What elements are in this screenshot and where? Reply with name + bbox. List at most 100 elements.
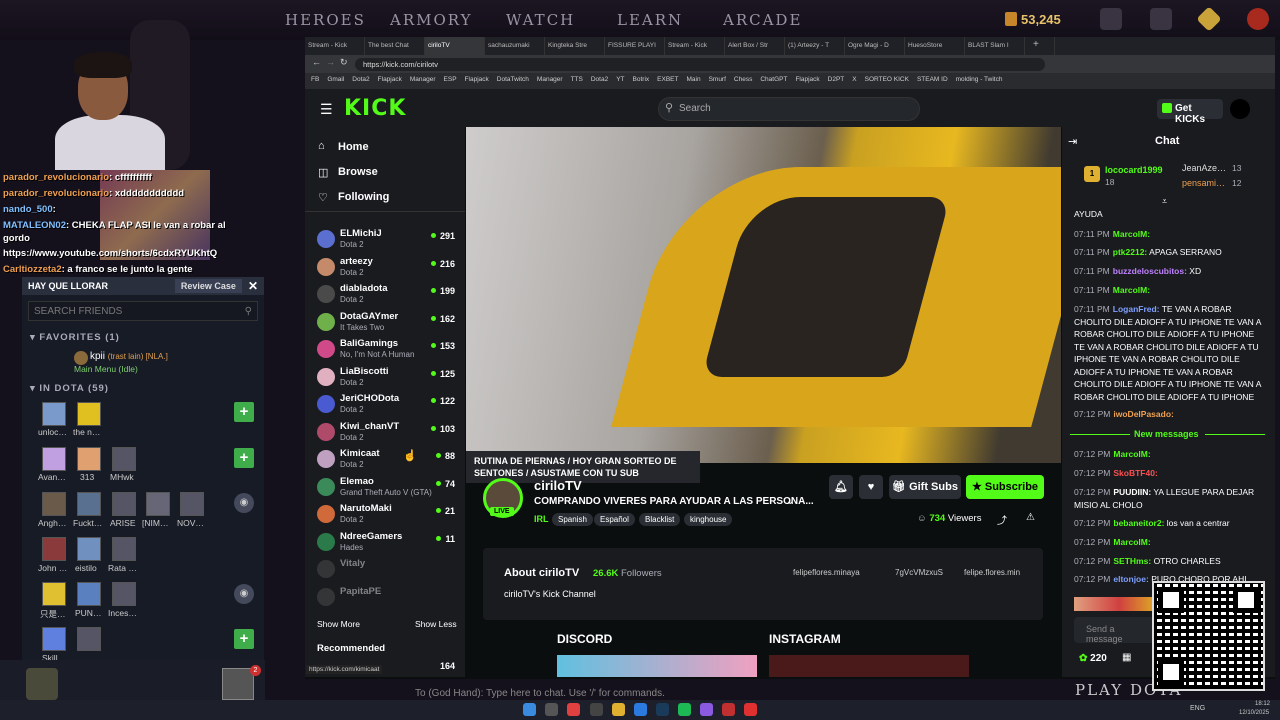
tab[interactable]: Ogre Magi - D [845,37,905,55]
chat-username[interactable]: ptk2212: [1113,247,1148,257]
friend-avatar[interactable] [42,627,66,651]
bookmark[interactable]: D2PT [828,76,845,86]
following-channel[interactable]: DotaGAYmer It Takes Two 162 [313,309,461,335]
chat-username[interactable]: LoganFred: [1113,304,1160,314]
friend-avatar[interactable] [77,447,101,471]
tab[interactable]: HuesoStore [905,37,965,55]
power-icon[interactable] [1247,8,1269,30]
following-channel[interactable]: PapitaPE [313,584,461,610]
discord-panel-image[interactable] [557,655,757,677]
chevron-down-icon[interactable]: ⌄ [786,496,794,507]
url-field[interactable]: https://kick.com/cirilotv [355,58,1045,71]
tab-active[interactable]: ciriloTV [425,37,485,55]
bookmark[interactable]: FB [311,76,319,86]
following-channel[interactable]: diabladota Dota 2 199 [313,281,461,307]
channel-name[interactable]: ciriloTV [534,478,582,493]
nav-heroes[interactable]: HEROES [285,11,366,29]
close-icon[interactable]: ✕ [248,279,258,293]
video-player[interactable] [466,127,1061,463]
share-icon[interactable]: ⤴ [997,512,1007,527]
spotify-icon[interactable] [678,703,691,716]
chat-username[interactable]: MarcolM: [1113,537,1150,547]
search-icon[interactable] [545,703,558,716]
friend-avatar[interactable] [77,627,101,651]
show-less-button[interactable]: Show Less [415,619,457,629]
friend-avatar[interactable] [77,582,101,606]
leader-name[interactable]: JeanAze… [1182,163,1226,173]
reload-icon[interactable]: ↻ [340,57,348,68]
tag[interactable]: Blacklist [639,513,681,526]
bookmark[interactable]: Botrix [633,76,650,86]
tab[interactable]: BLAST Slam I [965,37,1025,55]
language-indicator[interactable]: ENG [1190,705,1205,712]
following-channel[interactable]: JeriCHODota Dota 2 122 [313,391,461,417]
bell-icon[interactable]: 🔔︎ [829,475,853,499]
bookmark[interactable]: Dota2 [591,76,608,86]
report-icon[interactable]: ⚠ [1026,512,1035,523]
armory-icon[interactable] [1150,8,1172,30]
bookmark[interactable]: SORTEO KICK [865,76,909,86]
profile-avatar[interactable] [1230,99,1250,119]
leader-name[interactable]: lococard1999 [1105,165,1163,175]
following-channel[interactable]: Elemao Grand Theft Auto V (GTA) 74 [313,474,461,500]
friend-avatar[interactable] [112,537,136,561]
party-member-avatar[interactable] [222,668,254,700]
bookmark[interactable]: Main [686,76,700,86]
following-channel[interactable]: Kiwi_chanVT Dota 2 103 [313,419,461,445]
bookmark[interactable]: Manager [537,76,563,86]
nav-arcade[interactable]: ARCADE [723,11,802,29]
add-friend-button[interactable]: + [234,448,254,468]
friend-avatar[interactable] [180,492,204,516]
discord-link[interactable]: 7gVcVMzxuS [895,568,943,577]
chrome-icon[interactable] [567,703,580,716]
chat-username[interactable]: MarcolM: [1113,229,1150,239]
favorite-friend[interactable]: kpii (trast lain) [NLA.] [90,351,168,362]
following-channel[interactable]: LiaBiscotti Dota 2 125 [313,364,461,390]
pinned-icon[interactable]: ⩡ [1162,196,1167,207]
following-channel[interactable]: Kimicaat Dota 2 88 [313,446,461,472]
add-friend-button[interactable]: + [234,402,254,422]
bookmark[interactable]: Flapjack [795,76,819,86]
following-channel[interactable]: NdreeGamers Hades 11 [313,529,461,555]
following-channel[interactable]: ELMichiJ Dota 2 291 [313,226,461,252]
chat-username[interactable]: buzzdeloscubitos: [1113,266,1187,276]
collapse-chat-icon[interactable]: ⇥ [1068,135,1077,148]
bookmark[interactable]: TTS [571,76,583,86]
send-message-input[interactable]: Send a message [1074,617,1164,644]
bookmark[interactable]: Gmail [327,76,344,86]
search-friends-input[interactable]: SEARCH FRIENDS ⚲ [28,301,258,321]
friend-avatar[interactable] [42,402,66,426]
instagram-link[interactable]: felipeflores.minaya [793,568,860,577]
chat-username[interactable]: eltonjoe: [1113,574,1148,584]
sidebar-item-browse[interactable]: Browse [338,166,378,178]
tiktok-link[interactable]: felipe.flores.min [964,568,1020,577]
bookmark[interactable]: DotaTwitch [497,76,529,86]
leader-name[interactable]: pensami… [1182,178,1225,188]
bookmark[interactable]: molding - Twitch [956,76,1003,86]
tab[interactable]: The best Chat [365,37,425,55]
dota-icon[interactable] [722,703,735,716]
bookmark[interactable]: Flapjack [465,76,489,86]
tab[interactable]: FISSURE PLAYI [605,37,665,55]
friend-avatar[interactable] [42,492,66,516]
menu-icon[interactable]: ☰ [320,101,333,118]
folder-icon[interactable] [612,703,625,716]
app-icon[interactable] [590,703,603,716]
edge-icon[interactable] [634,703,647,716]
bookmark[interactable]: ESP [444,76,457,86]
chat-username[interactable]: MarcolM: [1113,285,1150,295]
following-channel[interactable]: Vitaly [313,556,461,582]
eye-icon[interactable]: ◉ [234,584,254,604]
bookmark[interactable]: EXBET [657,76,678,86]
tab[interactable]: Stream - Kick [305,37,365,55]
gift-subs-button[interactable]: 🎁︎ Gift Subs [889,475,961,499]
mail-icon[interactable] [1100,8,1122,30]
bookmark[interactable]: Manager [410,76,436,86]
steam-icon[interactable] [656,703,669,716]
friend-avatar[interactable] [42,537,66,561]
bookmark[interactable]: ChatGPT [760,76,787,86]
tab[interactable]: (1) Arteezy - T [785,37,845,55]
friend-avatar[interactable] [42,582,66,606]
nav-learn[interactable]: LEARN [617,11,683,29]
chat-username[interactable]: SkoBTF40: [1113,468,1157,478]
